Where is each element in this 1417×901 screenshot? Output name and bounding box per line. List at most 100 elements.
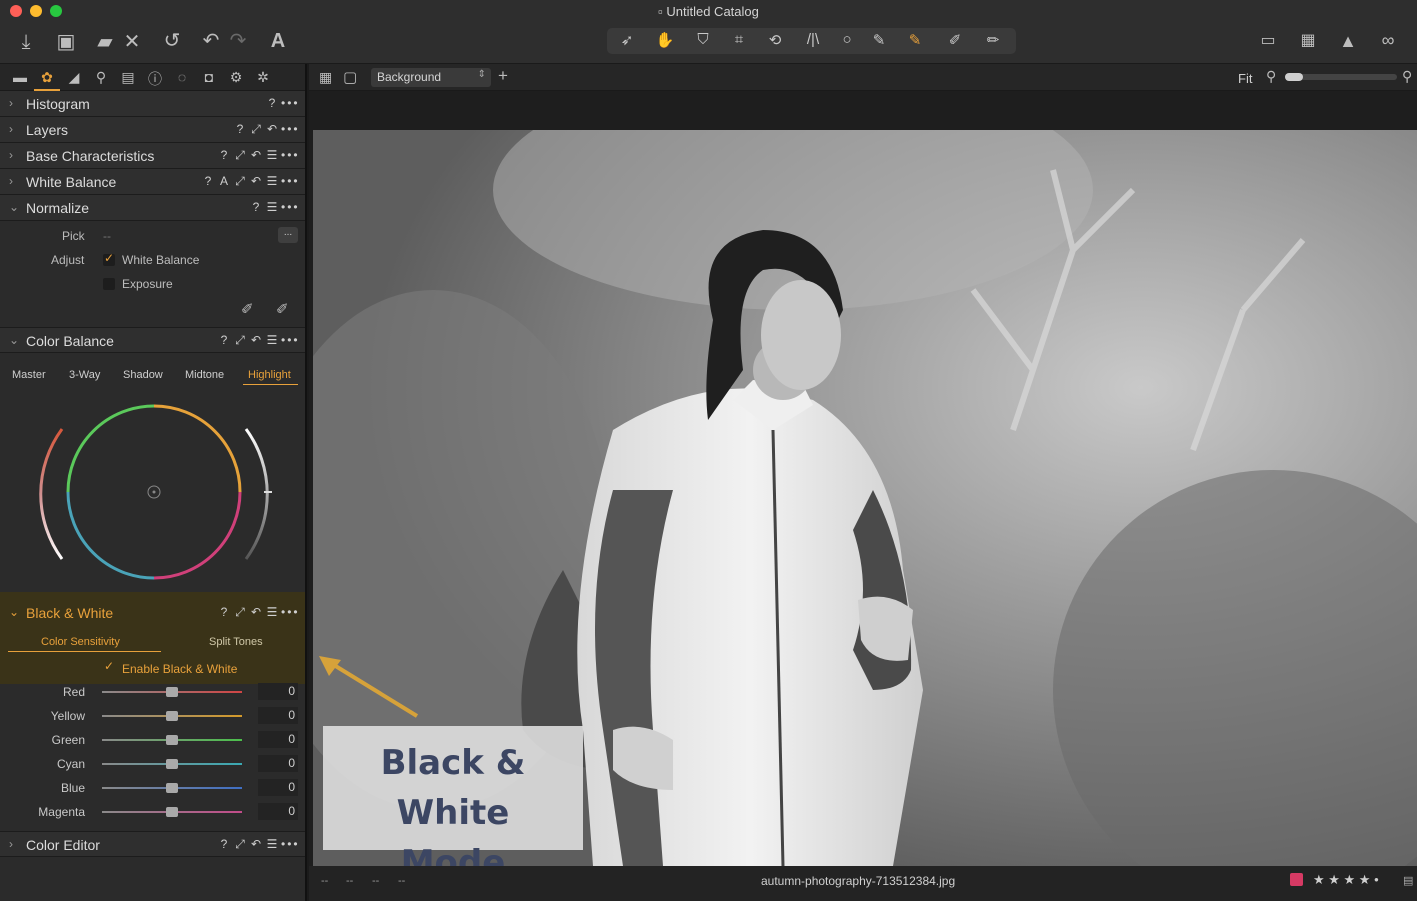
grid-view-icon[interactable]: ▦ bbox=[319, 69, 332, 86]
add-icon[interactable]: + bbox=[498, 66, 508, 86]
more-icon[interactable]: ••• bbox=[281, 837, 298, 851]
lightness-arc[interactable] bbox=[244, 428, 269, 560]
help-icon[interactable]: ? bbox=[217, 837, 233, 851]
proof-glasses-icon[interactable]: ∞ bbox=[1370, 30, 1406, 50]
select-cursor-icon[interactable]: ➶ bbox=[613, 31, 641, 49]
batch-icon[interactable]: ✲ bbox=[254, 69, 272, 87]
pick-more-button[interactable]: ... bbox=[278, 227, 298, 243]
stamp-cursor-icon[interactable]: ⛉ bbox=[689, 31, 717, 48]
more-icon[interactable]: ••• bbox=[281, 148, 298, 162]
help-icon[interactable]: ? bbox=[233, 122, 249, 136]
import-icon[interactable]: ⤓ bbox=[15, 32, 37, 52]
more-icon[interactable]: ••• bbox=[281, 605, 298, 619]
tool-base-characteristics[interactable]: › Base Characteristics ? ⤢ ↶ ☰ ••• bbox=[0, 143, 305, 169]
capture-icon[interactable]: ◘ bbox=[200, 69, 218, 87]
eraser-cursor-icon[interactable]: ✐ bbox=[941, 31, 969, 49]
slider-handle[interactable] bbox=[166, 807, 178, 817]
more-icon[interactable]: ••• bbox=[281, 200, 298, 214]
color-tag[interactable] bbox=[1290, 873, 1303, 886]
tab-highlight[interactable]: Highlight bbox=[248, 369, 291, 381]
zoom-slider[interactable] bbox=[1285, 73, 1397, 81]
spot-cursor-icon[interactable]: ○ bbox=[833, 31, 861, 48]
output-icon[interactable]: ◌ bbox=[173, 69, 191, 87]
grid-icon[interactable]: ▦ bbox=[1296, 31, 1320, 51]
more-icon[interactable]: ••• bbox=[281, 122, 298, 136]
enable-bw-checkbox[interactable] bbox=[103, 659, 115, 674]
copy-apply-icon[interactable]: ⤢ bbox=[249, 122, 265, 137]
auto-icon[interactable]: A bbox=[217, 174, 233, 188]
more-icon[interactable]: ••• bbox=[281, 333, 298, 347]
color-icon[interactable]: ✿ bbox=[34, 69, 60, 91]
reset-icon[interactable]: ↺ bbox=[160, 31, 184, 51]
library-icon[interactable]: ▬ bbox=[11, 69, 29, 87]
presets-icon[interactable]: ☰ bbox=[265, 837, 281, 851]
adjustments-icon[interactable]: ▤ bbox=[119, 69, 137, 87]
tool-normalize[interactable]: ⌄ Normalize ? ☰ ••• bbox=[0, 195, 305, 221]
redo-icon[interactable]: ↷ bbox=[226, 31, 250, 51]
help-icon[interactable]: ? bbox=[217, 148, 233, 162]
brush-cursor-icon[interactable]: ✎ bbox=[901, 31, 929, 49]
presets-icon[interactable]: ☰ bbox=[265, 174, 281, 188]
rotate-cursor-icon[interactable]: ⟲ bbox=[761, 31, 789, 49]
reset-icon[interactable]: ↶ bbox=[249, 148, 265, 162]
slider-value-field[interactable]: 0 bbox=[258, 731, 298, 748]
picker-cursor-icon[interactable]: ✎ bbox=[865, 31, 893, 49]
copy-apply-icon[interactable]: ⤢ bbox=[233, 333, 249, 348]
slider-value-field[interactable]: 0 bbox=[258, 779, 298, 796]
metadata-icon[interactable]: ⓘ bbox=[146, 69, 164, 87]
help-icon[interactable]: ? bbox=[265, 96, 281, 110]
copy-apply-icon[interactable]: ⤢ bbox=[233, 837, 249, 852]
color-wheel[interactable] bbox=[32, 394, 280, 594]
gear-icon[interactable]: ⚙ bbox=[227, 69, 245, 87]
more-icon[interactable]: ••• bbox=[281, 96, 298, 110]
help-icon[interactable]: ? bbox=[217, 605, 233, 619]
reset-icon[interactable]: ↶ bbox=[249, 333, 265, 347]
slider-value-field[interactable]: 0 bbox=[258, 803, 298, 820]
copy-apply-icon[interactable]: ⤢ bbox=[233, 174, 249, 189]
saturation-arc[interactable] bbox=[39, 428, 64, 560]
zoom-out-icon[interactable]: ⚲ bbox=[1266, 68, 1276, 85]
annotate-cursor-icon[interactable]: ✏ bbox=[979, 31, 1007, 49]
white-balance-checkbox[interactable] bbox=[103, 251, 115, 266]
slider-handle[interactable] bbox=[166, 711, 178, 721]
presets-icon[interactable]: ☰ bbox=[265, 333, 281, 347]
reset-icon[interactable]: ↶ bbox=[249, 174, 265, 188]
filmstrip-toggle-icon[interactable]: ▤ bbox=[1403, 874, 1413, 887]
tab-color-sensitivity[interactable]: Color Sensitivity bbox=[41, 636, 120, 648]
slider-handle[interactable] bbox=[166, 687, 178, 697]
auto-adjust-icon[interactable]: A bbox=[266, 31, 290, 51]
reset-icon[interactable]: ↶ bbox=[265, 122, 281, 136]
slider-handle[interactable] bbox=[166, 735, 178, 745]
help-icon[interactable]: ? bbox=[217, 333, 233, 347]
presets-icon[interactable]: ☰ bbox=[265, 200, 281, 214]
tab-3-way[interactable]: 3-Way bbox=[69, 369, 100, 381]
tab-split-tones[interactable]: Split Tones bbox=[209, 636, 263, 648]
copy-apply-icon[interactable]: ⤢ bbox=[233, 148, 249, 163]
tool-white-balance[interactable]: › White Balance ? A ⤢ ↶ ☰ ••• bbox=[0, 169, 305, 195]
slider-handle[interactable] bbox=[166, 783, 178, 793]
slider-value-field[interactable]: 0 bbox=[258, 683, 298, 700]
tool-color-editor[interactable]: › Color Editor ? ⤢ ↶ ☰ ••• bbox=[0, 831, 305, 857]
zoom-in-icon[interactable]: ⚲ bbox=[1402, 68, 1412, 85]
photo-canvas[interactable]: Black & White Mode bbox=[313, 130, 1417, 866]
edit-icon[interactable]: ▭ bbox=[1256, 31, 1280, 51]
more-icon[interactable]: ••• bbox=[281, 174, 298, 188]
presets-icon[interactable]: ☰ bbox=[265, 148, 281, 162]
slider-value-field[interactable]: 0 bbox=[258, 755, 298, 772]
tool-color-balance[interactable]: ⌄ Color Balance ? ⤢ ↶ ☰ ••• bbox=[0, 327, 305, 353]
reset-icon[interactable]: ↶ bbox=[249, 837, 265, 851]
crop-cursor-icon[interactable]: ⌗ bbox=[725, 31, 753, 48]
undo-icon[interactable]: ↶ bbox=[199, 31, 223, 51]
copy-apply-icon[interactable]: ⤢ bbox=[233, 605, 249, 620]
single-view-icon[interactable]: ▢ bbox=[343, 68, 357, 86]
tab-shadow[interactable]: Shadow bbox=[123, 369, 163, 381]
camera-icon[interactable]: ▣ bbox=[54, 32, 78, 52]
zoom-slider-knob[interactable] bbox=[1285, 73, 1303, 81]
tool-histogram[interactable]: › Histogram ? ••• bbox=[0, 91, 305, 117]
star-rating[interactable]: ★ ★ ★ ★ • bbox=[1313, 872, 1379, 888]
reset-icon[interactable]: ↶ bbox=[249, 605, 265, 619]
presets-icon[interactable]: ☰ bbox=[265, 605, 281, 619]
exposure-icon[interactable]: ◢ bbox=[65, 69, 83, 87]
tab-midtone[interactable]: Midtone bbox=[185, 369, 224, 381]
variant-select[interactable]: Background ⇕ bbox=[371, 68, 491, 87]
